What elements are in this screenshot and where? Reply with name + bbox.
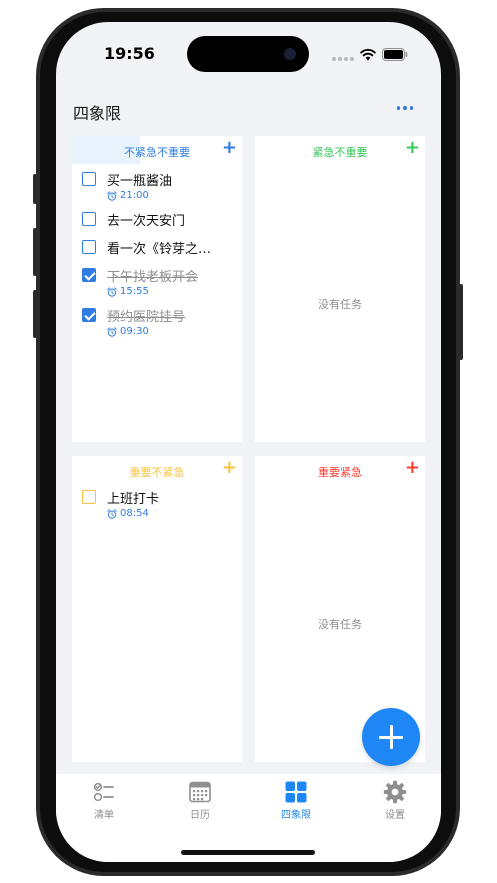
alarm-clock-icon: [107, 190, 117, 201]
task-title: 下午找老板开会: [107, 270, 199, 285]
quadrant-title: 不紧急不重要: [124, 146, 190, 159]
tab-checklist[interactable]: 清单: [64, 780, 144, 824]
task-title: 去一次天安门: [107, 214, 186, 229]
power-button: [459, 284, 463, 360]
tab-calendar[interactable]: 日历: [160, 780, 240, 824]
add-task-plus-icon[interactable]: +: [222, 138, 237, 158]
task-time-text: 08:54: [120, 508, 149, 519]
task-time: 08:54: [107, 508, 149, 519]
alarm-clock-icon: [107, 326, 117, 337]
add-task-plus-icon[interactable]: +: [405, 458, 420, 478]
task-time-text: 21:00: [120, 190, 149, 201]
task-title: 预约医院挂号: [107, 310, 186, 325]
task-time: 15:55: [107, 286, 149, 297]
quadrant-urgent-not-important: 紧急不重要 + 没有任务: [255, 136, 425, 442]
tab-label: 日历: [190, 810, 210, 821]
alarm-clock-icon: [107, 508, 117, 519]
camera-icon: [284, 48, 296, 60]
quadrant-not-urgent-not-important: 不紧急不重要 + 买一瓶酱油 21:00 去一次天安门 看一次《铃芽之… 下午找…: [72, 136, 242, 442]
quadrant-title: 重要不紧急: [129, 466, 185, 479]
status-bar: 19:56: [56, 22, 441, 80]
calendar-icon: [189, 781, 211, 803]
task-title: 看一次《铃芽之…: [107, 242, 212, 257]
empty-state-text: 没有任务: [318, 298, 362, 311]
add-task-fab-button[interactable]: [362, 708, 420, 766]
status-time: 19:56: [104, 44, 155, 63]
alarm-clock-icon: [107, 286, 117, 297]
task-title: 买一瓶酱油: [107, 174, 173, 189]
task-checkbox[interactable]: [82, 240, 96, 254]
tab-bar: 清单 日历 四象限 设置: [56, 774, 441, 862]
task-checkbox[interactable]: [82, 172, 96, 186]
task-checkbox[interactable]: [82, 490, 96, 504]
tab-quadrants[interactable]: 四象限: [256, 780, 336, 824]
tab-settings[interactable]: 设置: [355, 780, 435, 824]
tab-label: 四象限: [281, 810, 311, 821]
quadrant-important-not-urgent: 重要不紧急 + 上班打卡 08:54: [72, 456, 242, 762]
wifi-icon: [360, 48, 376, 61]
tab-label: 设置: [385, 810, 405, 821]
grid-icon: [285, 781, 307, 803]
task-time: 09:30: [107, 326, 149, 337]
tab-label: 清单: [94, 810, 114, 821]
quadrant-header: 重要紧急 +: [255, 456, 425, 484]
empty-state-text: 没有任务: [318, 618, 362, 631]
more-options-icon[interactable]: [397, 106, 413, 112]
task-checkbox-checked[interactable]: [82, 308, 96, 322]
quadrant-title: 重要紧急: [318, 466, 362, 479]
home-indicator[interactable]: [181, 850, 315, 855]
quadrant-header: 紧急不重要 +: [255, 136, 425, 164]
app-screen: 19:56 四象限 不紧急不重要 + 买一瓶酱油 21:00 去一次天安门 看一…: [56, 22, 441, 862]
checklist-icon: [93, 782, 114, 802]
page-title: 四象限: [73, 104, 122, 123]
quadrant-title: 紧急不重要: [312, 146, 368, 159]
page-header: 四象限: [56, 92, 441, 128]
volume-down-button: [33, 290, 37, 338]
task-title: 上班打卡: [107, 492, 160, 507]
action-button: [33, 174, 37, 204]
volume-up-button: [33, 228, 37, 276]
cellular-signal-icon: [332, 57, 354, 61]
quadrant-header: 重要不紧急 +: [72, 456, 242, 484]
task-time-text: 09:30: [120, 326, 149, 337]
task-checkbox[interactable]: [82, 212, 96, 226]
quadrant-header: 不紧急不重要 +: [72, 136, 242, 164]
add-task-plus-icon[interactable]: +: [405, 138, 420, 158]
task-time: 21:00: [107, 190, 149, 201]
task-checkbox-checked[interactable]: [82, 268, 96, 282]
add-task-plus-icon[interactable]: +: [222, 458, 237, 478]
battery-icon: [382, 48, 408, 61]
dynamic-island: [187, 36, 309, 72]
task-time-text: 15:55: [120, 286, 149, 297]
gear-icon: [383, 780, 407, 804]
